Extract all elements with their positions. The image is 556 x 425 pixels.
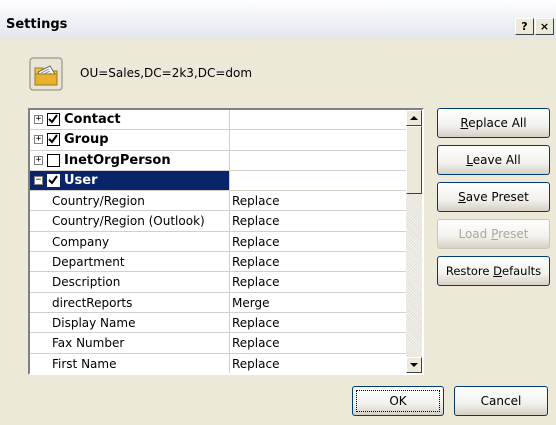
property-row[interactable]: Fax Number Replace (30, 333, 406, 354)
property-action[interactable]: Replace (232, 357, 279, 371)
help-button[interactable]: ? (515, 18, 534, 35)
scroll-down-button[interactable] (406, 357, 422, 373)
expand-icon[interactable]: + (34, 135, 43, 145)
property-name: First Name (52, 356, 117, 371)
property-row[interactable]: Description Replace (30, 272, 406, 293)
restore-defaults-button[interactable]: Restore Defaults (437, 256, 550, 286)
checkbox-user[interactable] (47, 173, 60, 187)
property-action[interactable]: Replace (232, 235, 279, 249)
arrow-down-icon (410, 363, 418, 367)
checkbox-inetorgperson[interactable] (47, 153, 60, 167)
address-book-icon (29, 57, 63, 91)
leave-all-button[interactable]: Leave All (437, 145, 550, 175)
property-row[interactable]: Department Replace (30, 252, 406, 273)
property-row[interactable]: Company Replace (30, 231, 406, 253)
title-bar: Settings ? × (0, 0, 556, 38)
window-title: Settings (6, 17, 68, 32)
group-label: InetOrgPerson (64, 152, 171, 168)
load-preset-button[interactable]: Load Preset (437, 219, 550, 249)
property-name: Department (52, 255, 125, 270)
ou-path-label: OU=Sales,DC=2k3,DC=dom (80, 66, 253, 80)
property-action[interactable]: Replace (232, 275, 279, 289)
property-row[interactable]: First Name Replace (30, 353, 406, 373)
property-name: Country/Region (52, 194, 145, 209)
group-label: User (64, 172, 98, 188)
expand-icon[interactable]: + (34, 115, 43, 124)
property-name: Description (52, 275, 121, 290)
replace-all-button[interactable]: Replace All (437, 108, 550, 138)
scroll-up-button[interactable] (406, 110, 422, 126)
property-action[interactable]: Replace (232, 255, 279, 269)
property-tree[interactable]: + Contact + Group + InetOrgPerson − User… (28, 108, 424, 375)
property-list: + Contact + Group + InetOrgPerson − User… (30, 110, 406, 373)
collapse-icon[interactable]: − (34, 175, 43, 185)
group-label: Contact (64, 112, 121, 127)
tree-group-user[interactable]: − User (30, 170, 406, 192)
property-action[interactable]: Merge (232, 296, 269, 310)
property-name: Fax Number (52, 336, 125, 351)
property-row[interactable]: Country/Region Replace (30, 191, 406, 212)
property-row[interactable]: Display Name Replace (30, 312, 406, 334)
arrow-up-icon (410, 116, 418, 120)
settings-window: Settings ? × OU=Sales,DC=2k3,DC=dom + Co… (0, 0, 556, 425)
ok-button[interactable]: OK (352, 386, 444, 416)
close-button[interactable]: × (535, 18, 554, 35)
property-action[interactable]: Replace (232, 214, 279, 228)
property-row[interactable]: directReports Merge (30, 292, 406, 313)
cancel-button[interactable]: Cancel (454, 386, 548, 416)
property-name: Company (52, 234, 110, 249)
property-name: Country/Region (Outlook) (52, 214, 205, 229)
property-action[interactable]: Replace (232, 316, 279, 330)
property-row[interactable]: Country/Region (Outlook) Replace (30, 211, 406, 232)
property-name: directReports (52, 295, 133, 310)
tree-group-group[interactable]: + Group (30, 130, 406, 151)
scroll-thumb[interactable] (406, 126, 422, 194)
tree-group-inetorgperson[interactable]: + InetOrgPerson (30, 150, 406, 171)
tree-group-contact[interactable]: + Contact (30, 110, 406, 131)
checkbox-group[interactable] (47, 133, 60, 147)
expand-icon[interactable]: + (34, 155, 43, 165)
property-action[interactable]: Replace (232, 336, 279, 350)
checkbox-contact[interactable] (47, 113, 60, 126)
vertical-scrollbar[interactable] (406, 110, 422, 373)
property-name: Display Name (52, 315, 136, 330)
property-action[interactable]: Replace (232, 194, 279, 208)
group-label: Group (64, 132, 109, 148)
save-preset-button[interactable]: Save Preset (437, 182, 550, 212)
